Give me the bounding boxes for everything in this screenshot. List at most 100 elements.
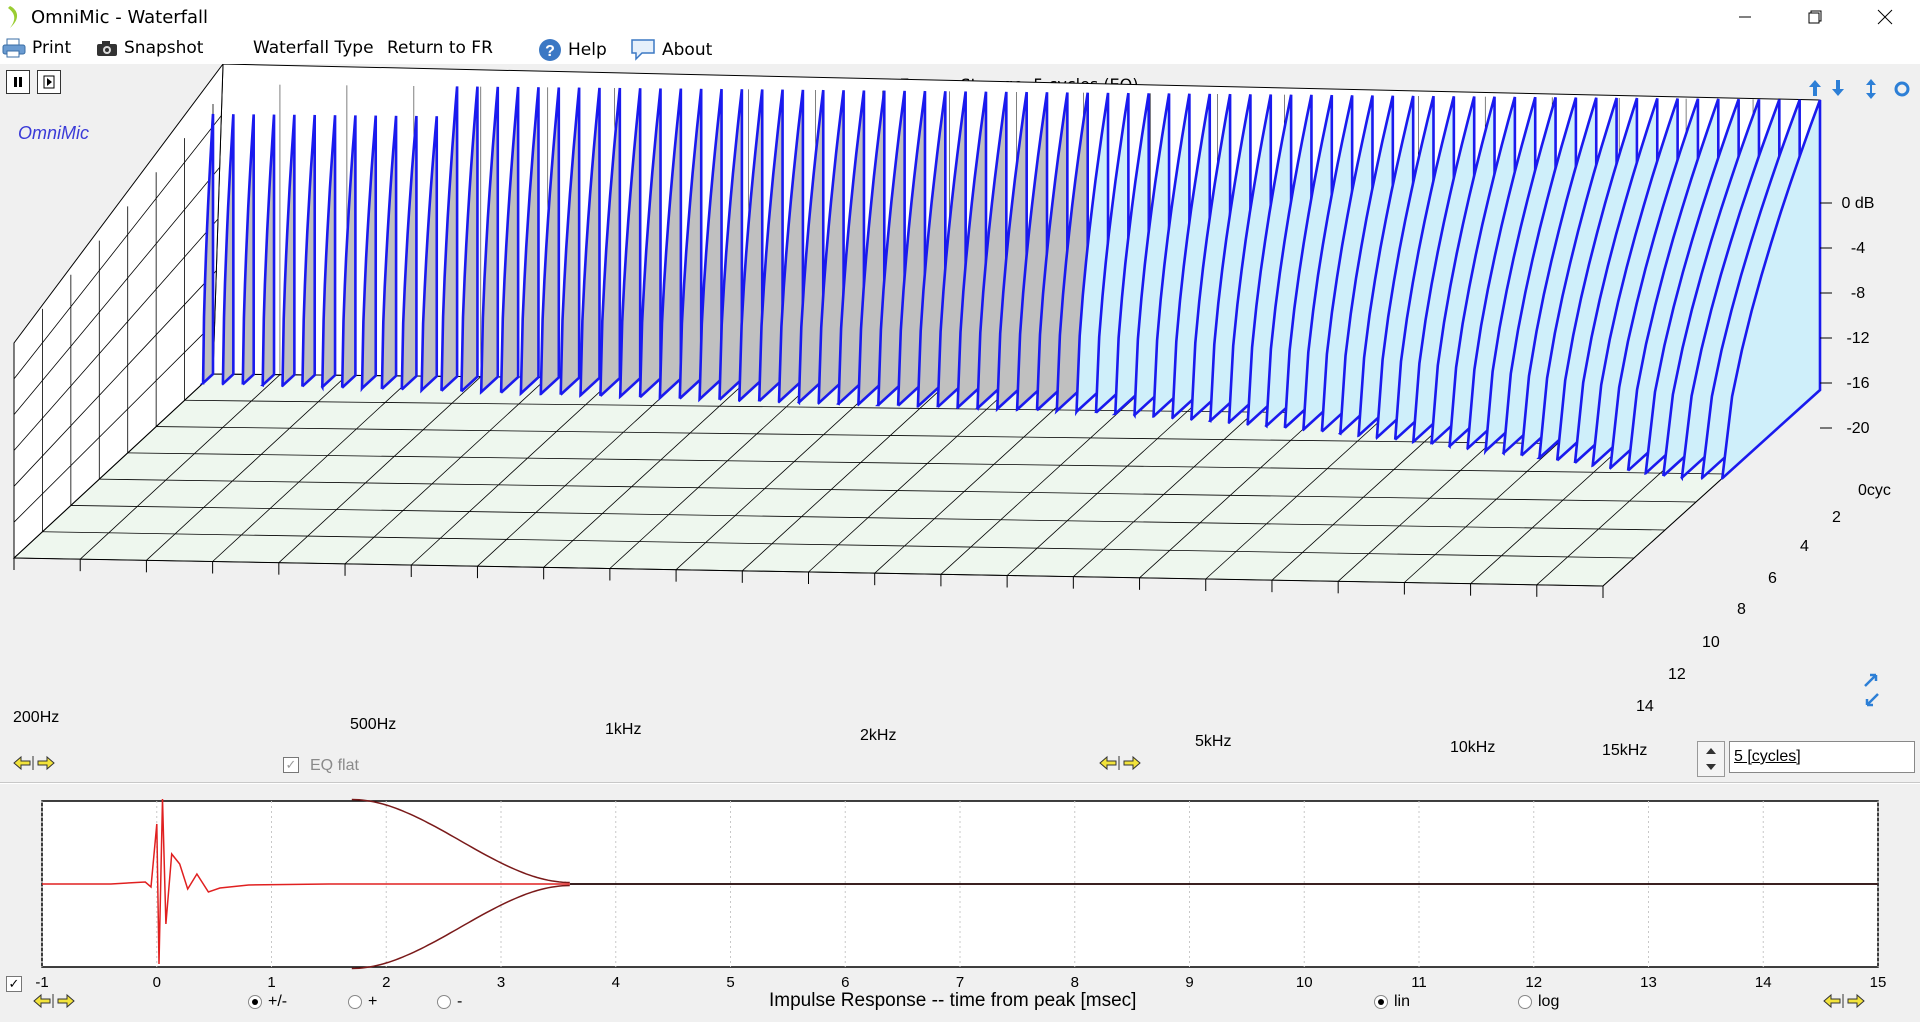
cycles-spinner[interactable] (1697, 741, 1725, 777)
mode-both-label: +/- (268, 993, 288, 1010)
impulse-tick-label: 9 (1185, 974, 1193, 991)
left-right-arrows-icon (33, 993, 75, 1009)
title-bar: OmniMic - Waterfall (0, 0, 1920, 34)
restore-icon (1808, 10, 1822, 24)
db-tick-label: -12 (1846, 330, 1869, 347)
waterfall-plot: 0 dB -4 -8 -12 -16 -20 0cyc 2 4 6 8 10 12 14 200Hz 500H… (12, 64, 1891, 759)
impulse-tick-label: 15 (1870, 974, 1887, 991)
help-icon: ? (539, 39, 561, 61)
radio-dot (1518, 995, 1532, 1009)
close-icon (1877, 9, 1893, 25)
cycle-tick-label: 2 (1832, 509, 1841, 526)
cycle-tick-label: 14 (1636, 698, 1654, 715)
impulse-tick-label: 12 (1525, 974, 1542, 991)
freq-tick-label: 200Hz (13, 709, 59, 726)
scale-log-label: log (1538, 993, 1560, 1010)
db-tick-label: -4 (1851, 240, 1865, 257)
radio-dot (437, 995, 451, 1009)
eq-flat-checkbox[interactable]: ✓ (283, 757, 299, 773)
about-menu[interactable]: About (630, 38, 712, 62)
impulse-tick-label: 2 (382, 974, 390, 991)
radio-dot (348, 995, 362, 1009)
cycle-tick-label: 12 (1668, 666, 1686, 683)
svg-text:?: ? (545, 43, 555, 60)
scale-lin-radio[interactable]: lin (1374, 993, 1410, 1011)
impulse-tick-label: 4 (612, 974, 620, 991)
eq-flat-label: EQ flat (310, 757, 359, 774)
radio-dot (1374, 995, 1388, 1009)
freq-tick-label: 5kHz (1195, 733, 1231, 750)
time-scroll-arrows[interactable] (1098, 754, 1142, 777)
close-button[interactable] (1850, 0, 1920, 34)
impulse-tick-label: 3 (497, 974, 505, 991)
impulse-tick-label: 11 (1411, 974, 1427, 991)
tilt-up-icon[interactable] (1864, 673, 1878, 687)
mode-both-radio[interactable]: +/- (248, 993, 287, 1011)
cycle-tick-label: 4 (1800, 538, 1809, 555)
mode-minus-label: - (457, 993, 463, 1010)
snapshot-label: Snapshot (124, 38, 204, 58)
cycle-tick-label: 10 (1702, 634, 1720, 651)
db-tick-label: -20 (1846, 420, 1869, 437)
impulse-scroll-right[interactable] (1822, 992, 1866, 1015)
waterfall-type-menu[interactable]: Waterfall Type (253, 38, 374, 58)
scale-log-radio[interactable]: log (1518, 993, 1559, 1011)
minimize-icon (1739, 16, 1751, 18)
impulse-plot: -1 0 1 2 3 4 5 6 7 8 9 10 11 12 13 14 15 (35, 798, 1887, 991)
left-right-arrows-icon (1823, 993, 1865, 1009)
cycles-input[interactable]: 5 [cycles] (1729, 741, 1915, 773)
impulse-xlabel: Impulse Response -- time from peak [msec… (769, 990, 1137, 1011)
freq-tick-label: 1kHz (605, 721, 641, 738)
speech-bubble-icon (631, 39, 655, 61)
mode-plus-radio[interactable]: + (348, 993, 377, 1011)
impulse-checkbox[interactable]: ✓ (6, 976, 22, 992)
mode-plus-label: + (368, 993, 378, 1010)
impulse-scroll-left[interactable] (32, 992, 76, 1015)
print-label: Print (32, 38, 72, 58)
help-label: Help (568, 40, 607, 60)
print-menu[interactable]: Print (2, 38, 71, 58)
omnimic-app-icon (8, 6, 18, 28)
impulse-tick-label: 1 (267, 974, 275, 991)
impulse-tick-label: 14 (1755, 974, 1772, 991)
radio-dot (248, 995, 262, 1009)
about-label: About (662, 40, 713, 60)
left-right-arrows-icon (1099, 755, 1141, 771)
db-tick-label: -16 (1846, 375, 1869, 392)
freq-scroll-left[interactable] (12, 754, 56, 777)
impulse-tick-label: 7 (956, 974, 964, 991)
camera-icon (97, 41, 117, 56)
scale-lin-label: lin (1394, 993, 1411, 1010)
impulse-panel: -1 0 1 2 3 4 5 6 7 8 9 10 11 12 13 14 15 ✓ +/- + - Impul… (0, 784, 1920, 1022)
cycle-tick-label: 8 (1737, 601, 1746, 618)
freq-tick-label: 15kHz (1602, 742, 1647, 759)
cycle-tick-label: 6 (1768, 570, 1777, 587)
help-menu[interactable]: ? Help (538, 38, 607, 62)
minimize-button[interactable] (1710, 0, 1780, 34)
spinner-arrows-icon (1706, 748, 1716, 770)
waterfall-panel: Toneburst Energy Storage, 5 cycles (EQ) … (0, 64, 1920, 783)
cycle-tick-label: 0cyc (1858, 482, 1891, 499)
waterfall-type-label: Waterfall Type (253, 38, 374, 58)
impulse-tick-label: 6 (841, 974, 849, 991)
snapshot-menu[interactable]: Snapshot (96, 38, 203, 58)
mode-minus-radio[interactable]: - (437, 993, 462, 1011)
freq-tick-label: 2kHz (860, 727, 896, 744)
db-tick-label: -8 (1851, 285, 1865, 302)
restore-button[interactable] (1780, 0, 1850, 34)
db-tick-label: 0 dB (1842, 195, 1875, 212)
left-right-arrows-icon (13, 755, 55, 771)
window-title: OmniMic - Waterfall (31, 7, 209, 28)
tilt-arrows (1864, 673, 1879, 707)
impulse-tick-label: 0 (153, 974, 161, 991)
impulse-tick-label: 5 (726, 974, 734, 991)
impulse-tick-label: 8 (1071, 974, 1079, 991)
menu-bar: Print Snapshot Waterfall Type Return to … (0, 34, 1920, 64)
impulse-tick-label: 10 (1296, 974, 1313, 991)
return-fr-menu[interactable]: Return to FR (387, 38, 493, 58)
impulse-tick-label: 13 (1640, 974, 1657, 991)
tilt-down-icon[interactable] (1865, 693, 1879, 707)
impulse-tick-label: -1 (35, 974, 48, 991)
freq-tick-label: 10kHz (1450, 739, 1495, 756)
printer-icon (2, 38, 26, 58)
